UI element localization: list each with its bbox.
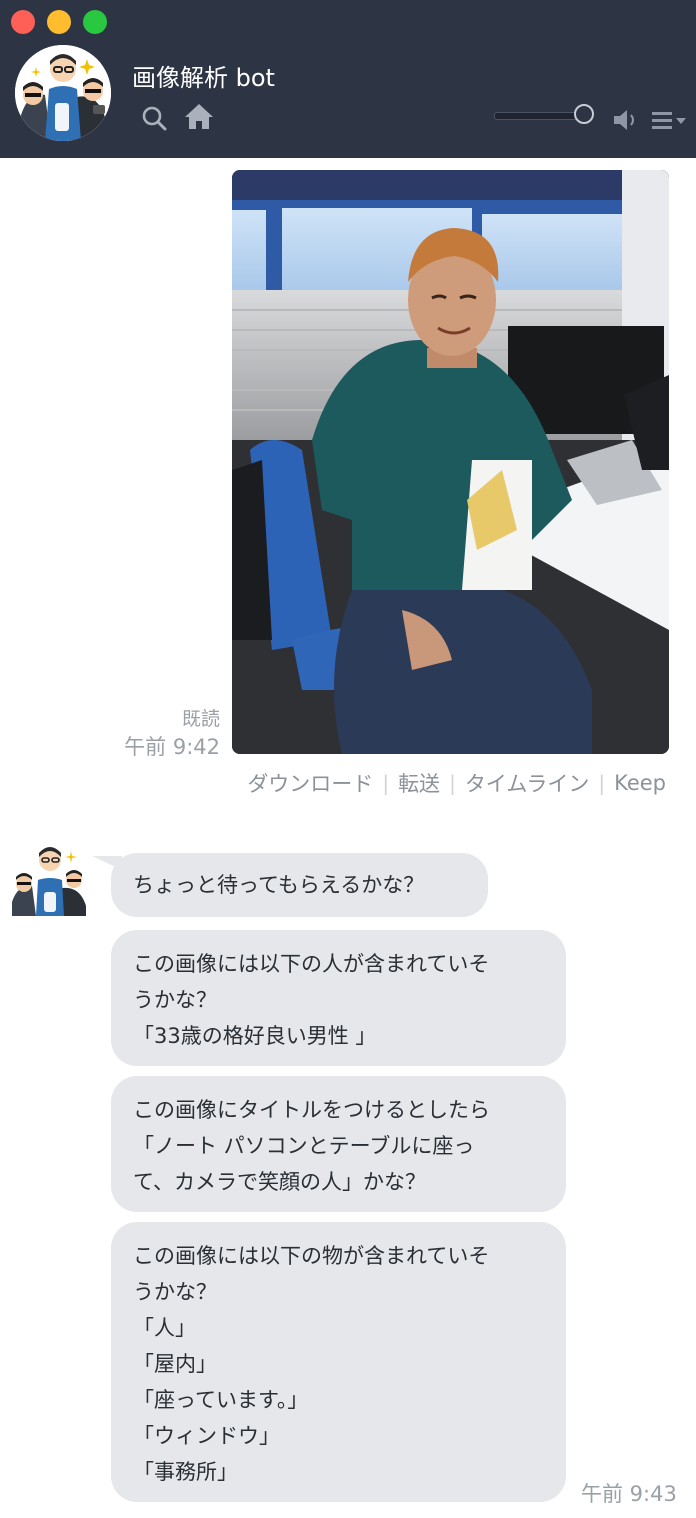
bot-avatar-small[interactable]	[10, 842, 90, 916]
home-icon[interactable]	[183, 102, 215, 134]
title-bar: 画像解析 bot	[0, 0, 696, 158]
sent-timestamp: 午前 9:42	[124, 735, 220, 759]
image-action-bar: ダウンロード | 転送 | タイムライン | Keep	[247, 768, 666, 798]
zoom-window-button[interactable]	[83, 10, 107, 34]
close-window-button[interactable]	[11, 10, 35, 34]
message-line: 「事務所」	[133, 1460, 238, 1484]
message-line: この画像には以下の人が含まれていそ	[133, 952, 490, 976]
message-bubble[interactable]: ちょっと待ってもらえるかな？	[111, 853, 488, 917]
message-line: この画像にタイトルをつけるとしたら	[133, 1098, 490, 1122]
message-line: 「ノート パソコンとテーブルに座っ	[133, 1134, 475, 1158]
message-bubble[interactable]: この画像には以下の物が含まれていそ うかな？ 「人」 「屋内」 「座っています。…	[111, 1222, 566, 1502]
message-line: ちょっと待ってもらえるかな？	[133, 873, 425, 897]
divider: |	[382, 771, 390, 795]
message-line: 「屋内」	[133, 1352, 217, 1376]
message-line: 「33歳の格好良い男性 」	[133, 1024, 377, 1048]
download-link[interactable]: ダウンロード	[247, 768, 373, 798]
message-bubble[interactable]: この画像には以下の人が含まれていそ うかな？ 「33歳の格好良い男性 」	[111, 930, 566, 1066]
message-line: て、カメラで笑顔の人」かな？	[133, 1170, 426, 1194]
received-timestamp: 午前 9:43	[581, 1482, 677, 1506]
bot-avatar[interactable]	[15, 45, 111, 141]
speaker-icon[interactable]	[612, 107, 640, 137]
search-icon[interactable]	[140, 104, 168, 136]
menu-icon[interactable]	[652, 110, 690, 136]
message-line: 「ウィンドウ」	[133, 1424, 280, 1448]
timeline-link[interactable]: タイムライン	[465, 768, 590, 798]
forward-link[interactable]: 転送	[398, 768, 440, 798]
message-line: この画像には以下の物が含まれていそ	[133, 1244, 490, 1268]
message-line: うかな？	[133, 988, 217, 1012]
read-receipt: 既読	[181, 708, 220, 730]
message-bubble[interactable]: この画像にタイトルをつけるとしたら 「ノート パソコンとテーブルに座っ て、カメ…	[111, 1076, 566, 1212]
message-line: 「座っています。」	[133, 1388, 309, 1412]
volume-slider-handle[interactable]	[574, 104, 594, 124]
keep-link[interactable]: Keep	[614, 771, 666, 795]
message-line: 「人」	[133, 1316, 196, 1340]
minimize-window-button[interactable]	[47, 10, 71, 34]
divider: |	[598, 771, 606, 795]
chat-title: 画像解析 bot	[132, 64, 275, 92]
divider: |	[449, 771, 456, 795]
sent-photo[interactable]	[232, 170, 669, 754]
message-line: うかな？	[133, 1280, 217, 1304]
